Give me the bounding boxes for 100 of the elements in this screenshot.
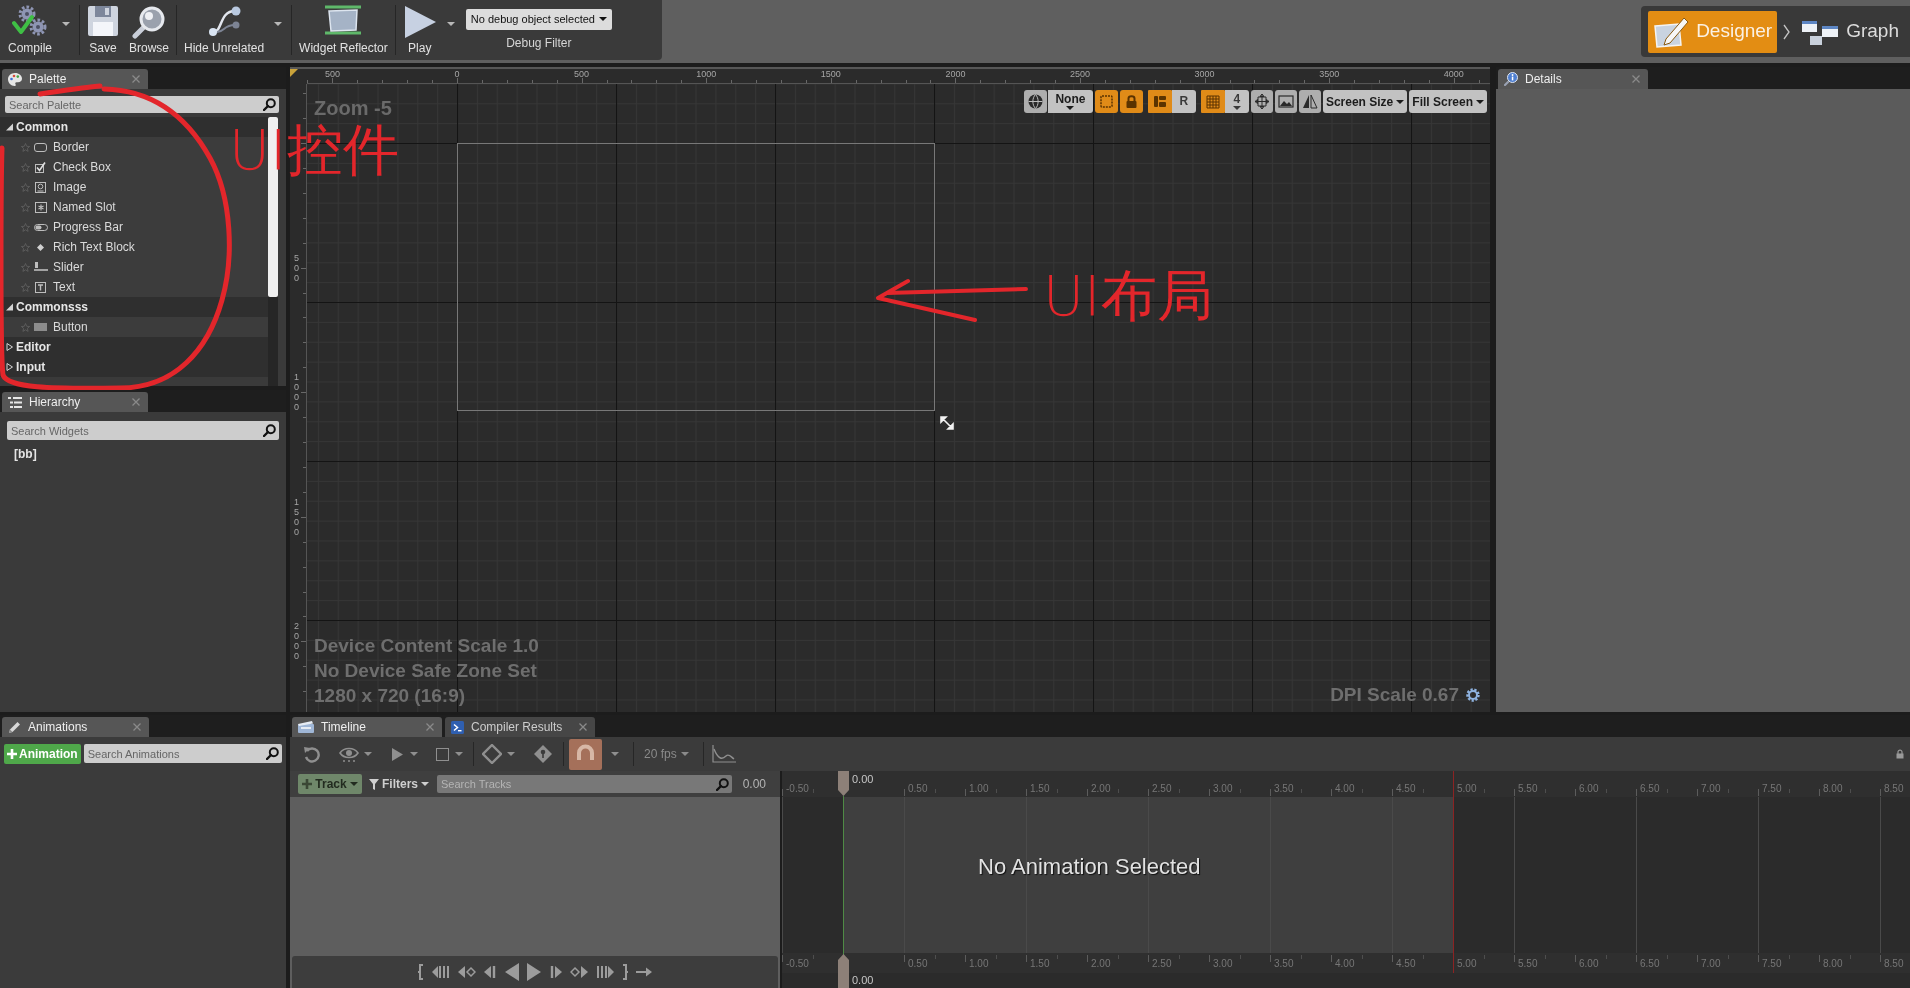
ruler-label: 4000 <box>1443 70 1464 79</box>
triangle-icon[interactable] <box>6 363 13 371</box>
mode-tab[interactable]: Graph <box>1796 10 1904 53</box>
skip-back-icon[interactable] <box>432 965 450 979</box>
close-icon[interactable] <box>1632 75 1640 83</box>
grid-icon[interactable] <box>1200 90 1225 113</box>
play-icon[interactable] <box>527 963 541 981</box>
skip-forward-icon[interactable] <box>596 965 614 979</box>
mirror-triangles-icon[interactable] <box>1298 90 1321 113</box>
palette-item[interactable]: Named Slot <box>21 198 116 216</box>
chevron-icon <box>1783 23 1791 40</box>
film-icon <box>298 721 314 733</box>
panel-tab[interactable]: Timeline <box>292 717 442 737</box>
caret-icon[interactable] <box>364 752 372 756</box>
palette-item[interactable]: Button <box>21 318 88 336</box>
bracket-icon[interactable] <box>622 964 628 980</box>
lock-icon[interactable] <box>1896 749 1904 759</box>
ruler-label: 5.50 <box>1518 784 1538 794</box>
caret-icon[interactable] <box>62 22 70 26</box>
star-icon <box>21 322 30 332</box>
category-row[interactable]: Input <box>6 358 46 376</box>
square-icon[interactable] <box>436 747 449 761</box>
toggle-button[interactable]: 4 <box>1224 90 1249 113</box>
toolbar-button[interactable]: Hide Unrelated <box>180 5 269 55</box>
caret-icon[interactable] <box>274 22 283 26</box>
search-icon <box>263 424 276 437</box>
close-icon[interactable] <box>579 723 587 731</box>
caret-icon[interactable] <box>410 752 418 756</box>
picture-icon[interactable] <box>1274 90 1297 113</box>
caret-icon[interactable] <box>507 752 515 756</box>
palette-item[interactable]: Check Box <box>21 158 112 176</box>
magnet-icon[interactable] <box>569 738 602 770</box>
playhead-handle[interactable] <box>838 954 849 988</box>
palette-item[interactable]: Rich Text Block <box>21 238 135 256</box>
triangle-icon[interactable] <box>6 343 13 351</box>
palette-item[interactable]: Border <box>21 138 90 156</box>
panel-tab[interactable]: Details <box>1498 69 1648 89</box>
ruler-label: 6.50 <box>1640 959 1660 969</box>
move-arrows-icon[interactable] <box>1250 90 1273 113</box>
gears-check-icon <box>12 5 48 37</box>
ruler-label: -0.50 <box>786 784 809 794</box>
panel-tab[interactable]: Palette <box>2 69 148 89</box>
palette-item[interactable]: Text <box>21 278 75 296</box>
settings-icon[interactable] <box>1465 686 1481 703</box>
caret-icon[interactable] <box>446 22 455 26</box>
resize-arrows-icon[interactable] <box>940 416 954 430</box>
caret-icon[interactable] <box>611 752 619 756</box>
bracket-icon[interactable] <box>418 964 424 980</box>
caret-icon <box>421 782 429 786</box>
ruler-label: 5.50 <box>1518 959 1538 969</box>
ruler-label: 6.00 <box>1579 784 1599 794</box>
previous-key-icon[interactable] <box>458 965 476 979</box>
toolbar-button[interactable]: Browse <box>125 5 174 55</box>
filled-rect-icon <box>34 323 47 331</box>
toolbar-button[interactable]: Compile <box>4 5 56 55</box>
panel-tab[interactable]: Animations <box>2 717 149 737</box>
close-icon[interactable] <box>132 75 140 83</box>
ruler-label: 0 <box>454 70 460 79</box>
ruler-label: 0.50 <box>908 784 928 794</box>
lock-icon[interactable] <box>1119 90 1143 113</box>
filters-button[interactable]: Filters <box>369 774 429 794</box>
undo-icon[interactable] <box>303 745 321 763</box>
key-icon[interactable] <box>533 744 553 764</box>
dropdown-button[interactable]: Fill Screen <box>1409 90 1487 113</box>
debug-object-dropdown[interactable]: No debug object selected <box>465 8 612 30</box>
triangle-icon[interactable] <box>6 123 13 131</box>
play-reverse-icon[interactable] <box>505 963 519 981</box>
toolbar-button[interactable]: Save <box>83 5 123 55</box>
toggle-button[interactable]: R <box>1171 90 1196 113</box>
palette-item[interactable]: Slider <box>21 258 84 276</box>
triangle-icon[interactable] <box>6 303 13 311</box>
palette-item[interactable]: Progress Bar <box>21 218 124 236</box>
caret-icon[interactable] <box>455 752 463 756</box>
globe-icon[interactable] <box>1023 90 1047 113</box>
arrow-right-icon[interactable] <box>636 967 652 977</box>
dropdown-button[interactable]: Screen Size <box>1322 90 1408 113</box>
category-row[interactable]: Editor <box>6 338 51 356</box>
ruler-label: 3.50 <box>1274 784 1294 794</box>
close-icon[interactable] <box>426 723 434 731</box>
diamond-icon[interactable] <box>482 744 502 764</box>
play-icon[interactable] <box>392 747 403 761</box>
toolbar-button[interactable]: Play <box>398 5 441 55</box>
playhead-handle[interactable] <box>838 771 849 796</box>
panel-tab[interactable]: Hierarchy <box>2 392 148 412</box>
dropdown-button[interactable]: None <box>1047 90 1093 113</box>
close-icon[interactable] <box>132 398 140 406</box>
step-forward-icon[interactable] <box>549 965 562 979</box>
close-icon[interactable] <box>133 723 141 731</box>
palette-item[interactable]: Image <box>21 178 87 196</box>
caret-icon <box>598 17 607 21</box>
diamond-icon <box>37 243 44 251</box>
toolbar-button[interactable]: Widget Reflector <box>295 5 392 55</box>
panel-tab[interactable]: Compiler Results <box>445 717 595 737</box>
tree-item[interactable]: [bb] <box>14 445 37 463</box>
next-key-icon[interactable] <box>570 965 588 979</box>
step-back-icon[interactable] <box>484 965 497 979</box>
square-icon[interactable] <box>1094 90 1118 113</box>
eye-icon[interactable] <box>339 746 359 762</box>
layout-icon[interactable] <box>1147 90 1172 113</box>
curve-icon[interactable] <box>711 745 736 763</box>
